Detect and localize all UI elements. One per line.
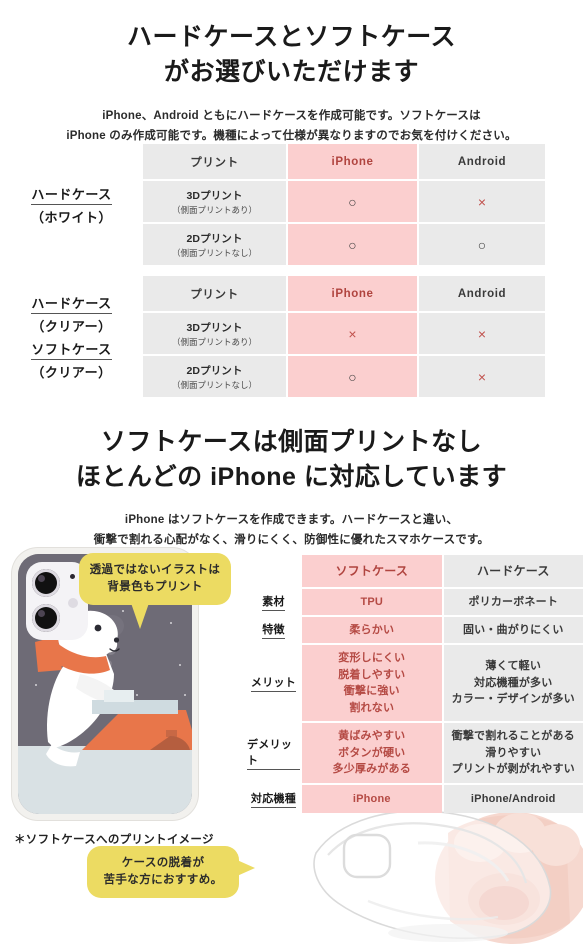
table1-r1-iphone: ○	[288, 181, 417, 222]
table-row: 特徴 柔らかい 固い・曲がりにくい	[247, 617, 583, 643]
table2-r1-android: ×	[419, 313, 545, 354]
table2-r2-print: 2Dプリント （側面プリントなし）	[143, 356, 286, 397]
table2-r2-android: ×	[419, 356, 545, 397]
intro-section: ハードケースとソフトケース がお選びいただけます iPhone、Android …	[0, 20, 583, 146]
illustration-callout-line-2: 背景色もプリント	[107, 581, 203, 593]
soft-case-section: ソフトケースは側面プリントなし ほとんどの iPhone に対応しています iP…	[0, 425, 583, 550]
table2-r1-iphone: ×	[288, 313, 417, 354]
table-row: 2Dプリント （側面プリントなし） ○ ○	[143, 224, 545, 265]
table1-r1-print: 3Dプリント （側面プリントあり）	[143, 181, 286, 222]
table2-label-line-4: （クリアー）	[31, 364, 112, 380]
table2-header-print: プリント	[143, 276, 286, 311]
table-row: デメリット 黄ばみやすい ボタンが硬い 多少厚みがある 衝撃で割れることがある …	[247, 723, 583, 783]
table2-label-line-1: ハードケース	[31, 293, 112, 314]
comparison-r0-hard: ポリカーボネート	[443, 589, 583, 615]
table2-header-android: Android	[419, 276, 545, 311]
section2-heading-line-2: ほとんどの iPhone に対応しています	[75, 462, 508, 491]
phone-caption: ＊ソフトケースへのプリントイメージ	[14, 834, 214, 846]
clearcase-callout-line-2: 苦手な方におすすめ。	[103, 874, 223, 886]
clear-case-table: ハードケース （クリアー） ソフトケース （クリアー） プリント iPhone …	[0, 276, 583, 397]
table1-header-android: Android	[419, 144, 545, 179]
comparison-row-label-feature: 特徴	[247, 617, 300, 643]
comparison-r3-hard: 衝撃で割れることがある 滑りやすい プリントが剥がれやすい	[443, 723, 583, 783]
soft-vs-hard-comparison-table: ソフトケース ハードケース 素材 TPU ポリカーボネート 特徴 柔らかい 固い…	[247, 555, 583, 813]
camera-flash-icon	[68, 598, 78, 608]
table1-header-iphone: iPhone	[288, 144, 417, 179]
illustration-callout: 透過ではないイラストは 背景色もプリント	[79, 553, 231, 629]
camera-lens-icon	[32, 604, 60, 632]
comparison-row-label-material: 素材	[247, 589, 300, 615]
table2-header-iphone: iPhone	[288, 276, 417, 311]
comparison-row-label-demerit: デメリット	[247, 723, 300, 783]
comparison-r4-soft: iPhone	[302, 785, 442, 813]
comparison-r3-soft: 黄ばみやすい ボタンが硬い 多少厚みがある	[302, 723, 442, 783]
section2-heading: ソフトケースは側面プリントなし ほとんどの iPhone に対応しています	[0, 425, 583, 494]
section1-lead-line-1: iPhone、Android ともにハードケースを作成可能です。ソフトケースは	[102, 110, 481, 122]
hard-case-white-table: ハードケース （ホワイト） プリント iPhone Android 3Dプリント	[0, 144, 583, 265]
callout-tail	[131, 603, 149, 629]
comparison-header-hard: ハードケース	[443, 555, 583, 587]
comparison-r0-soft: TPU	[302, 589, 442, 615]
table1-header-row: プリント iPhone Android	[143, 144, 545, 179]
camera-lens-icon	[32, 569, 60, 597]
clearcase-callout-line-1: ケースの脱着が	[121, 856, 205, 869]
table1-label-line-2: （ホワイト）	[30, 209, 112, 225]
table-row: 2Dプリント （側面プリントなし） ○ ×	[143, 356, 545, 397]
table1-r2-android: ○	[419, 224, 545, 265]
table2-r2-iphone: ○	[288, 356, 417, 397]
table1-row-label: ハードケース （ホワイト）	[0, 144, 143, 265]
table1-label-line-1: ハードケース	[31, 184, 112, 205]
comparison-r2-soft: 変形しにくい 脱着しやすい 衝撃に強い 割れない	[302, 645, 442, 721]
illustration-callout-line-1: 透過ではないイラストは	[89, 563, 221, 576]
table2-r1-print: 3Dプリント （側面プリントあり）	[143, 313, 286, 354]
table2-row-label: ハードケース （クリアー） ソフトケース （クリアー）	[0, 276, 143, 397]
comparison-header-soft: ソフトケース	[302, 555, 442, 587]
clearcase-callout: ケースの脱着が 苦手な方におすすめ。	[87, 846, 255, 898]
section1-heading-line-1: ハードケースとソフトケース	[126, 23, 456, 51]
table1-r1-android: ×	[419, 181, 545, 222]
section2-lead-line-1: iPhone はソフトケースを作成できます。ハードケースと違い、	[124, 514, 459, 526]
comparison-r4-hard: iPhone/Android	[443, 785, 583, 813]
comparison-r2-hard: 薄くて軽い 対応機種が多い カラー・デザインが多い	[443, 645, 583, 721]
comparison-header-row: ソフトケース ハードケース	[247, 555, 583, 587]
section2-heading-line-1: ソフトケースは側面プリントなし	[100, 428, 483, 456]
table2-header-row: プリント iPhone Android	[143, 276, 545, 311]
comparison-r1-soft: 柔らかい	[302, 617, 442, 643]
comparison-r1-hard: 固い・曲がりにくい	[443, 617, 583, 643]
section1-lead: iPhone、Android ともにハードケースを作成可能です。ソフトケースは …	[0, 106, 583, 146]
comparison-row-label-merit: メリット	[247, 645, 300, 721]
comparison-row-label-devices: 対応機種	[247, 785, 300, 813]
table1-r2-print: 2Dプリント （側面プリントなし）	[143, 224, 286, 265]
table1-header-print: プリント	[143, 144, 286, 179]
table-row: 対応機種 iPhone iPhone/Android	[247, 785, 583, 813]
section1-heading: ハードケースとソフトケース がお選びいただけます	[0, 20, 583, 89]
table-row: 3Dプリント （側面プリントあり） × ×	[143, 313, 545, 354]
bottom-composite: ＊ソフトケースへのプリントイメージ 透過ではないイラストは 背景色もプリント ケ…	[0, 543, 583, 952]
camera-mic-icon	[70, 574, 75, 579]
table-row: メリット 変形しにくい 脱着しやすい 衝撃に強い 割れない 薄くて軽い 対応機種…	[247, 645, 583, 721]
table2-label-line-3: ソフトケース	[31, 339, 112, 360]
section1-heading-line-2: がお選びいただけます	[163, 57, 419, 86]
table1-r2-iphone: ○	[288, 224, 417, 265]
table2-label-line-2: （クリアー）	[31, 318, 112, 334]
table-row: 3Dプリント （側面プリントあり） ○ ×	[143, 181, 545, 222]
callout-tail	[237, 860, 255, 876]
table-row: 素材 TPU ポリカーボネート	[247, 589, 583, 615]
comparison-header-blank	[247, 555, 300, 587]
